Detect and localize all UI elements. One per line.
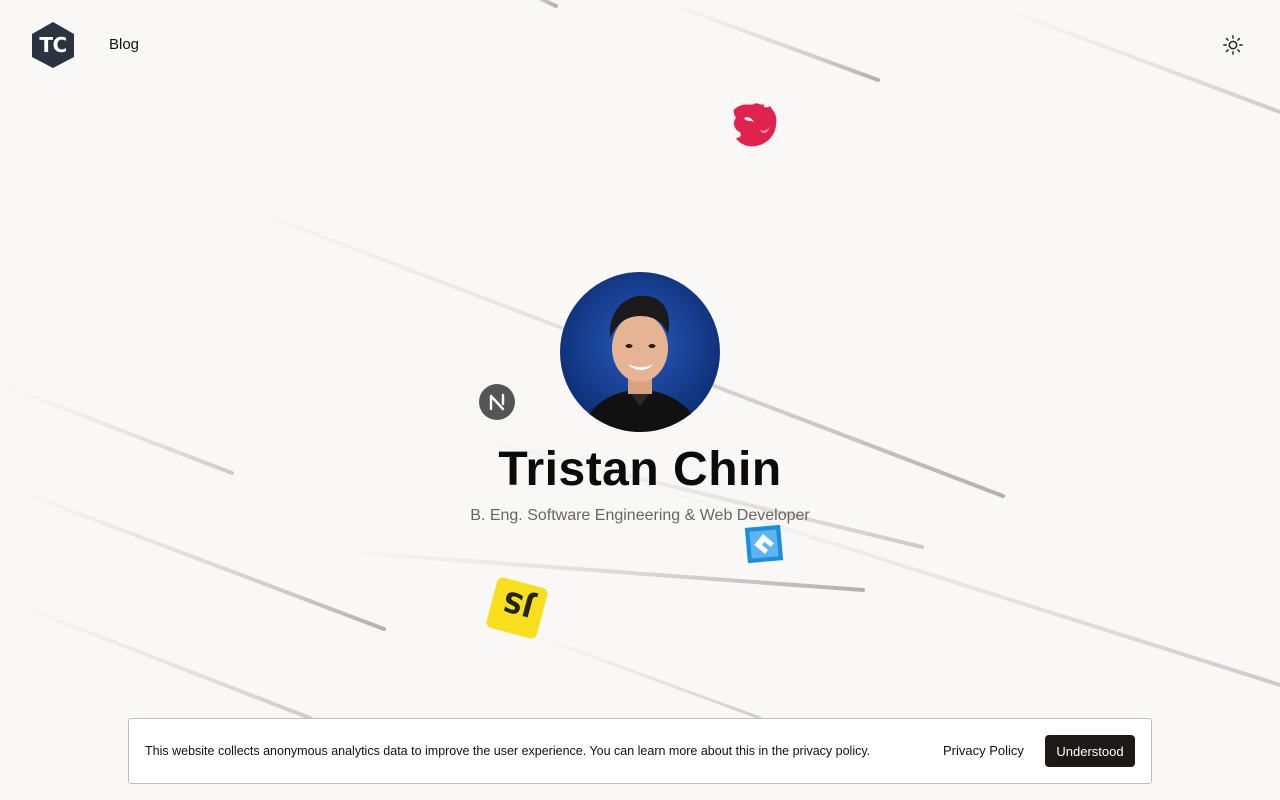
understood-button[interactable]: Understood (1045, 735, 1135, 767)
cookie-banner: This website collects anonymous analytic… (128, 718, 1152, 784)
logo-text: TC (39, 33, 67, 57)
nav-blog-link[interactable]: Blog (109, 36, 139, 53)
hero-name: Tristan Chin (498, 443, 782, 496)
privacy-policy-link[interactable]: Privacy Policy (943, 743, 1024, 758)
page: TC Blog JS Tristan Chin B. Eng. Software… (0, 0, 1280, 800)
nestjs-icon (730, 100, 778, 150)
profile-photo (560, 272, 720, 432)
site-logo[interactable]: TC (30, 21, 76, 69)
cookie-message: This website collects anonymous analytic… (145, 744, 871, 758)
hero-subtitle: B. Eng. Software Engineering & Web Devel… (470, 507, 810, 524)
theme-toggle-button[interactable] (1220, 32, 1246, 58)
nextjs-icon (478, 383, 516, 421)
sun-icon (1223, 35, 1243, 55)
javascript-icon: JS (484, 576, 550, 640)
